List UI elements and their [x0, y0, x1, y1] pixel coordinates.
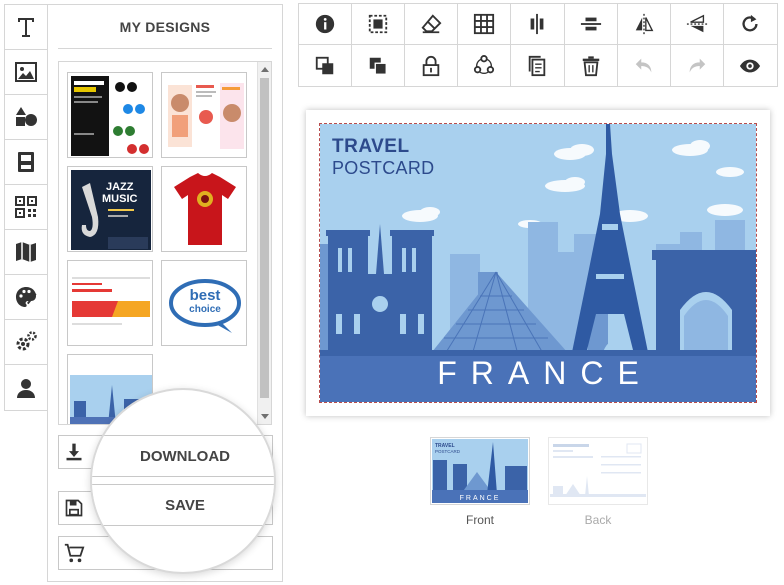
- postcard-subtitle[interactable]: POSTCARD: [332, 158, 434, 179]
- tool-rail: [4, 4, 48, 411]
- align-center-icon: [531, 13, 544, 35]
- fit-icon: [368, 14, 388, 34]
- designs-scrollbar[interactable]: [257, 62, 271, 424]
- text-icon: [18, 18, 34, 37]
- redo-icon: [689, 58, 706, 72]
- rotate-button[interactable]: [723, 4, 777, 45]
- send-backward-button[interactable]: [352, 45, 406, 86]
- scroll-down-icon[interactable]: [261, 414, 269, 419]
- qr-code-icon: [15, 196, 37, 218]
- bring-forward-icon: [315, 56, 334, 74]
- map-icon: [16, 242, 36, 262]
- image-icon: [15, 62, 37, 82]
- svg-text:POSTCARD: POSTCARD: [435, 449, 461, 454]
- scroll-thumb[interactable]: [260, 78, 269, 398]
- download-icon: [66, 443, 82, 461]
- postcard-title[interactable]: TRAVEL: [332, 136, 410, 158]
- group-icon: [474, 54, 495, 74]
- flip-vertical-icon: [686, 14, 707, 33]
- saxophone-image: [81, 183, 148, 249]
- info-icon: [315, 14, 335, 34]
- design-thumbnail-tshirt[interactable]: [161, 166, 247, 252]
- save-icon: [65, 499, 83, 517]
- eraser-icon: [421, 14, 442, 34]
- lock-icon: [423, 55, 440, 76]
- shapes-tool-button[interactable]: [5, 95, 47, 140]
- grid-icon: [474, 13, 495, 35]
- design-thumbnail-banner[interactable]: [67, 260, 153, 346]
- align-middle-button[interactable]: [564, 4, 618, 45]
- design-thumbnail-brochure[interactable]: [161, 72, 247, 158]
- back-page-preview: [550, 439, 646, 503]
- design-thumbnail-jazz[interactable]: JAZZ MUSIC: [67, 166, 153, 252]
- back-page-thumbnail[interactable]: [548, 437, 648, 505]
- brochure-image: [162, 73, 246, 157]
- palette-tool-button[interactable]: [5, 275, 47, 320]
- text-tool-button[interactable]: [5, 5, 47, 50]
- back-page-label[interactable]: Back: [548, 513, 648, 527]
- shapes-icon: [16, 107, 37, 126]
- design-canvas: TRAVEL POSTCARD FRANCE: [306, 110, 770, 416]
- flip-horizontal-icon: [635, 13, 654, 35]
- rotate-icon: [742, 14, 758, 32]
- design-thumbnail-best-choice[interactable]: best choice: [161, 260, 247, 346]
- gears-icon: [16, 331, 37, 351]
- templates-tool-button[interactable]: [5, 140, 47, 185]
- duplicate-icon: [529, 55, 546, 76]
- svg-text:FRANCE: FRANCE: [460, 495, 501, 502]
- flip-horizontal-button[interactable]: [617, 4, 671, 45]
- design-thumbnail-sale[interactable]: [67, 72, 153, 158]
- best-choice-line2: choice: [189, 304, 221, 315]
- group-button[interactable]: [458, 45, 512, 86]
- grid-button[interactable]: [458, 4, 512, 45]
- delete-button[interactable]: [565, 45, 618, 86]
- editor-toolbar: [298, 3, 778, 87]
- settings-tool-button[interactable]: [5, 320, 47, 365]
- magnifier-overlay: DOWNLOAD SAVE: [90, 388, 276, 574]
- align-center-button[interactable]: [511, 4, 565, 45]
- preview-icon: [740, 59, 761, 72]
- scroll-up-icon[interactable]: [261, 67, 269, 72]
- magnified-download-button[interactable]: DOWNLOAD: [92, 435, 274, 477]
- send-backward-icon: [369, 57, 388, 75]
- my-designs-tool-button[interactable]: [5, 365, 47, 410]
- lock-button[interactable]: [405, 45, 459, 86]
- align-middle-icon: [580, 17, 601, 31]
- front-page-label[interactable]: Front: [430, 513, 530, 527]
- bring-forward-button[interactable]: [299, 45, 353, 86]
- panel-title: MY DESIGNS: [58, 5, 272, 49]
- redo-button[interactable]: [671, 45, 724, 86]
- front-page-thumbnail[interactable]: TRAVEL POSTCARD FRANCE: [430, 437, 530, 505]
- best-choice-line1: best: [189, 287, 221, 304]
- magnified-save-button[interactable]: SAVE: [92, 484, 274, 526]
- banner-image: [68, 261, 152, 345]
- map-tool-button[interactable]: [5, 230, 47, 275]
- palette-icon: [16, 287, 37, 307]
- flip-vertical-button[interactable]: [670, 4, 724, 45]
- front-page-preview: TRAVEL POSTCARD FRANCE: [432, 439, 528, 503]
- image-tool-button[interactable]: [5, 50, 47, 95]
- undo-button[interactable]: [618, 45, 671, 86]
- undo-icon: [635, 58, 652, 72]
- eraser-button[interactable]: [405, 4, 459, 45]
- postcard-country[interactable]: FRANCE: [320, 355, 756, 392]
- postcard-design[interactable]: TRAVEL POSTCARD FRANCE: [319, 123, 757, 403]
- delete-icon: [582, 55, 599, 76]
- cart-icon: [64, 543, 85, 563]
- user-icon: [17, 378, 35, 398]
- designs-list[interactable]: JAZZ MUSIC best choice: [58, 61, 272, 425]
- fit-button[interactable]: [352, 4, 406, 45]
- tshirt-image: [174, 173, 236, 245]
- editor-root: MY DESIGNS JAZZ MUSIC best choice DOWNLO…: [0, 0, 784, 585]
- info-button[interactable]: [299, 4, 353, 45]
- qr-tool-button[interactable]: [5, 185, 47, 230]
- duplicate-button[interactable]: [511, 45, 565, 86]
- preview-button[interactable]: [724, 45, 777, 86]
- sale-flyer-image: [71, 76, 149, 156]
- book-icon: [18, 152, 34, 172]
